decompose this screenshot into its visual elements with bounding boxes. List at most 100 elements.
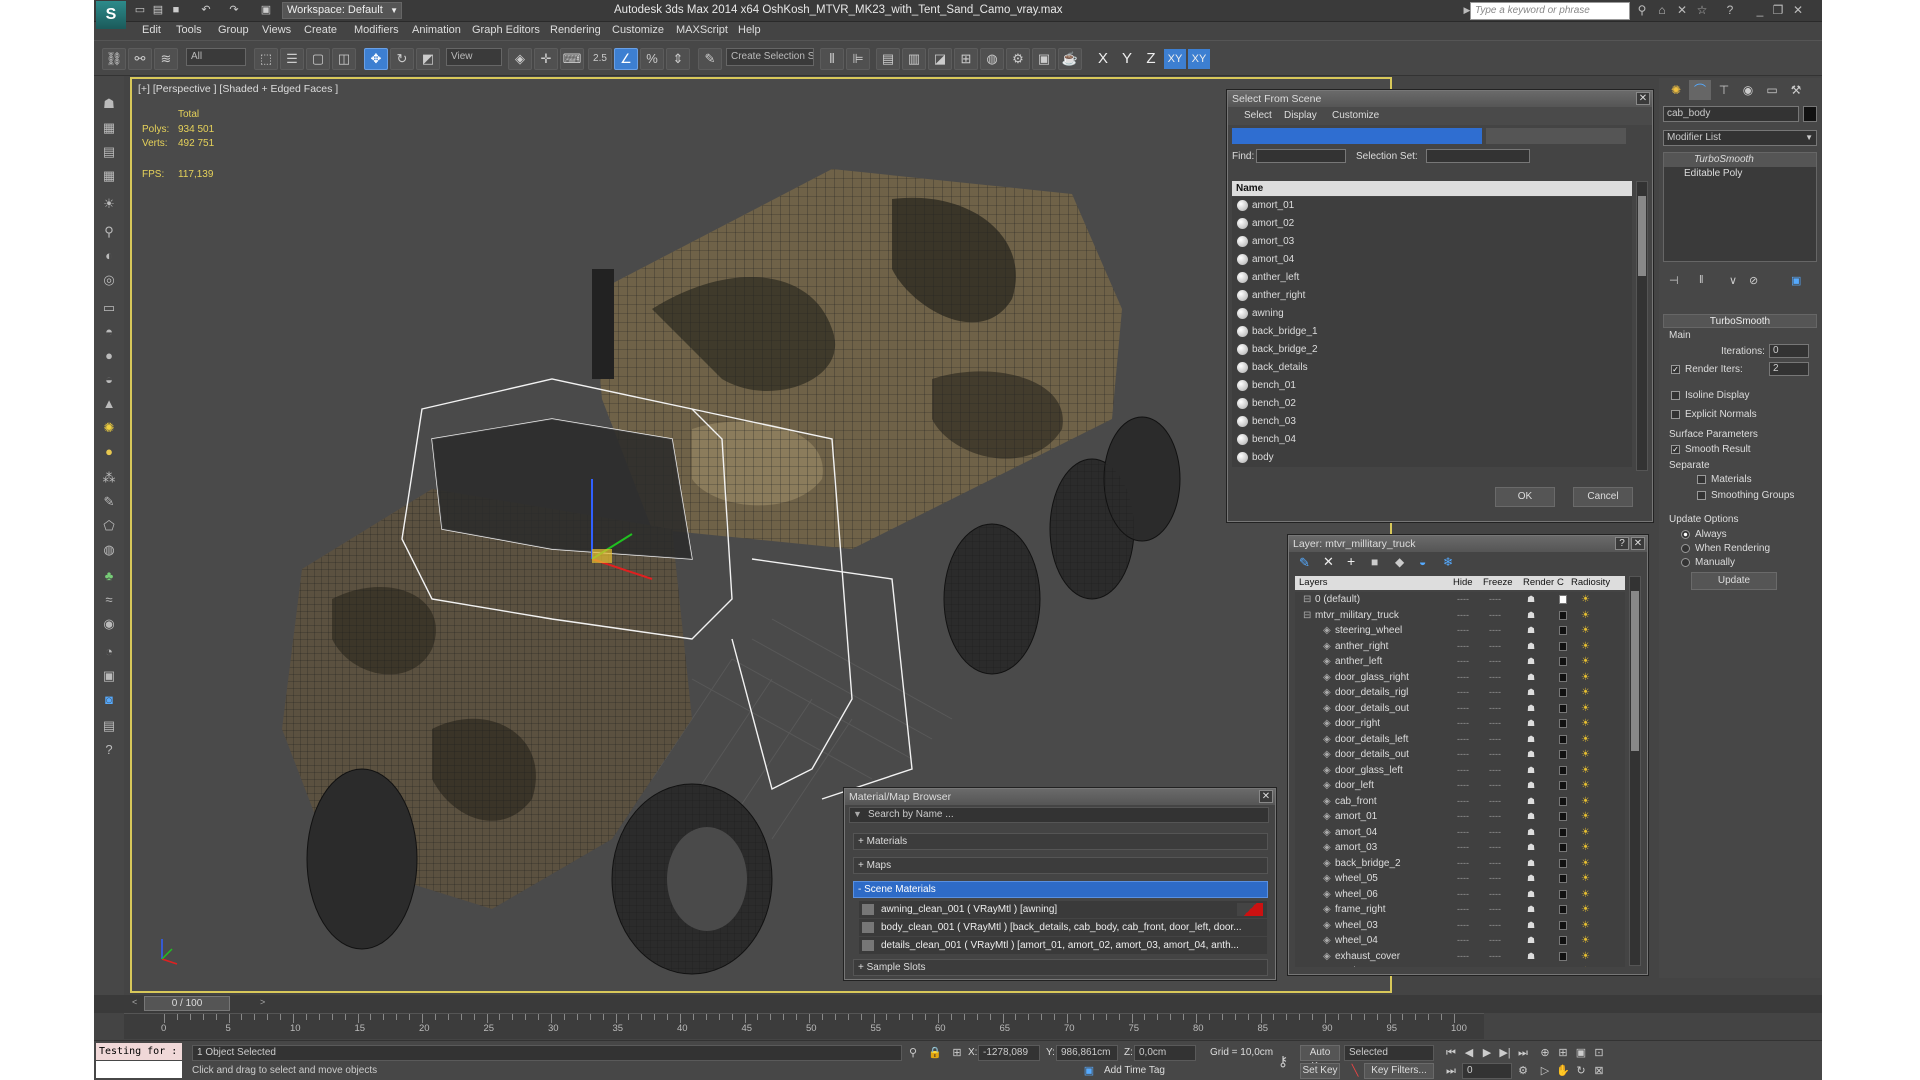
layer-color-swatch[interactable] (1559, 703, 1567, 713)
list-item[interactable]: amort_03 (1234, 233, 1632, 251)
modify-tab-icon[interactable]: ⌒ (1689, 80, 1711, 100)
layer-manager-icon[interactable]: ▤ (876, 48, 900, 70)
binoculars-icon[interactable]: ⚲ (1634, 3, 1650, 18)
layer-color-swatch[interactable] (1559, 657, 1567, 666)
render-teapot-icon[interactable]: ☗ (1527, 794, 1535, 809)
hide-toggle[interactable]: ---- (1457, 763, 1469, 778)
layer-tree-icon[interactable]: ◈ (1323, 763, 1331, 778)
scene-materials-group[interactable]: - Scene Materials (853, 881, 1268, 898)
layer-color-swatch[interactable] (1559, 672, 1567, 682)
motion-tab-icon[interactable]: ◉ (1737, 80, 1759, 100)
layer-color-swatch[interactable] (1559, 610, 1567, 620)
new-file-icon[interactable]: ▭ (132, 3, 148, 18)
sun-icon[interactable]: ✺ (99, 418, 119, 438)
hide-toggle[interactable]: ---- (1457, 949, 1469, 964)
freeze-toggle[interactable]: ---- (1489, 918, 1501, 933)
menu-modifiers[interactable]: Modifiers (354, 24, 399, 36)
layer-row[interactable]: ◈ steering_wheel ---- ---- ☗ ☀ (1295, 623, 1625, 638)
curve-editor-icon[interactable]: ◪ (928, 48, 952, 70)
layer-color-swatch[interactable] (1559, 781, 1567, 790)
layer-row[interactable]: ◈ door_glass_right ---- ---- ☗ ☀ (1295, 670, 1625, 685)
hide-toggle[interactable]: ---- (1457, 716, 1469, 731)
hide-toggle[interactable]: ---- (1457, 871, 1469, 886)
grid-icon[interactable]: ▦ (99, 166, 119, 186)
mirror-icon[interactable]: ⫴ (820, 48, 844, 70)
render-teapot-icon[interactable]: ☗ (1527, 809, 1535, 824)
help-icon[interactable]: ? (1615, 537, 1629, 550)
play-icon[interactable]: ▶ (1478, 1045, 1496, 1061)
layer-color-swatch[interactable] (1559, 951, 1567, 961)
time-slider-thumb[interactable]: 0 / 100 (144, 996, 230, 1011)
restore-icon[interactable]: ❐ (1770, 3, 1786, 18)
hair-icon[interactable]: ≈ (99, 590, 119, 610)
menu-customize[interactable]: Customize (612, 24, 664, 36)
radiosity-icon[interactable]: ☀ (1581, 809, 1590, 824)
layer-color-swatch[interactable] (1559, 874, 1567, 883)
layer-row[interactable]: ◈ wheel_04 ---- ---- ☗ ☀ (1295, 933, 1625, 948)
rect-selection-icon[interactable]: ▢ (306, 48, 330, 70)
window-crossing-icon[interactable]: ◫ (332, 48, 356, 70)
layer-color-swatch[interactable] (1559, 920, 1567, 930)
unlink-icon[interactable]: ⚯ (128, 48, 152, 70)
radiosity-icon[interactable]: ☀ (1581, 623, 1590, 638)
cone-icon[interactable]: ▲ (99, 394, 119, 414)
cancel-button[interactable]: Cancel (1573, 487, 1633, 507)
render-teapot-icon[interactable]: ☗ (1527, 623, 1535, 638)
x-coordinate-field[interactable]: -1278,089 (978, 1045, 1040, 1061)
list-item[interactable]: body (1234, 449, 1632, 467)
render-teapot-icon[interactable]: ☗ (1527, 964, 1535, 967)
object-type-filter-icons[interactable] (1232, 128, 1482, 144)
layer-color-swatch[interactable] (1559, 796, 1567, 806)
graphite-ribbon-icon[interactable]: ▥ (902, 48, 926, 70)
particles-icon[interactable]: ⁂ (99, 468, 119, 488)
save-file-icon[interactable]: ■ (168, 3, 184, 18)
show-end-result-icon[interactable]: ‖ (1699, 274, 1704, 286)
render-teapot-icon[interactable]: ☗ (1527, 732, 1535, 747)
freeze-toggle[interactable]: ---- (1489, 825, 1501, 840)
list-item[interactable]: amort_01 (1234, 197, 1632, 215)
hierarchy-tab-icon[interactable]: ⊤ (1713, 80, 1735, 100)
orb-icon[interactable]: ● (99, 442, 119, 462)
render-teapot-icon[interactable]: ☗ (1527, 887, 1535, 902)
radiosity-icon[interactable]: ☀ (1581, 933, 1590, 948)
col-freeze[interactable]: Freeze (1483, 576, 1513, 590)
select-and-rotate-icon[interactable]: ↻ (390, 48, 414, 70)
render-teapot-icon[interactable]: ☗ (1527, 747, 1535, 762)
search-dropdown-icon[interactable]: ▼ (853, 809, 862, 819)
layer-tree-icon[interactable]: ◈ (1323, 639, 1331, 654)
always-radio[interactable] (1681, 530, 1690, 539)
axis-x-button[interactable]: X (1092, 49, 1114, 69)
render-teapot-icon[interactable]: ☗ (1527, 608, 1535, 623)
materials-checkbox[interactable] (1697, 475, 1706, 484)
speaker-icon[interactable]: ◐ (99, 246, 119, 266)
explicit-normals-checkbox[interactable] (1671, 410, 1680, 419)
layer-tree-icon[interactable]: ◈ (1323, 623, 1331, 638)
layer-row[interactable]: ◈ cab_front ---- ---- ☗ ☀ (1295, 794, 1625, 809)
hide-toggle[interactable]: ---- (1457, 918, 1469, 933)
find-input[interactable] (1256, 149, 1346, 163)
render-teapot-icon[interactable]: ☗ (1527, 701, 1535, 716)
vray-icon[interactable]: ◙ (99, 690, 119, 710)
link-icon[interactable]: ⛓ (102, 48, 126, 70)
render-iters-checkbox[interactable]: ✓ (1671, 365, 1680, 374)
field-of-view-icon[interactable]: ▷ (1536, 1063, 1554, 1079)
layer-color-swatch[interactable] (1559, 734, 1567, 744)
smoothing-groups-checkbox[interactable] (1697, 491, 1706, 500)
stack-item-turbosmooth[interactable]: TurboSmooth (1664, 153, 1816, 167)
layer-tree-icon[interactable]: ⊟ (1303, 608, 1311, 623)
layer-tree-icon[interactable]: ◈ (1323, 732, 1331, 747)
layer-row[interactable]: ◈ frame_right ---- ---- ☗ ☀ (1295, 902, 1625, 917)
key-mode-dropdown[interactable]: Selected (1344, 1045, 1434, 1061)
freeze-toggle[interactable]: ---- (1489, 964, 1501, 967)
track-bar[interactable]: 0 5 10 15 20 25 30 35 40 45 50 55 60 65 70 75 80 85 90 95 10… (124, 1013, 1484, 1039)
shape-icon[interactable]: ⬠ (99, 516, 119, 536)
search-input[interactable]: Type a keyword or phrase (1470, 2, 1630, 20)
layer-tree-icon[interactable]: ◈ (1323, 902, 1331, 917)
maximize-viewport-icon[interactable]: ⊠ (1590, 1063, 1608, 1079)
radiosity-icon[interactable]: ☀ (1581, 856, 1590, 871)
col-hide[interactable]: Hide (1453, 576, 1473, 590)
layer-tree-icon[interactable]: ◈ (1323, 794, 1331, 809)
object-name-field[interactable]: cab_body (1663, 106, 1799, 122)
list-item[interactable]: amort_04 (1234, 251, 1632, 269)
menu-maxscript[interactable]: MAXScript (676, 24, 728, 36)
